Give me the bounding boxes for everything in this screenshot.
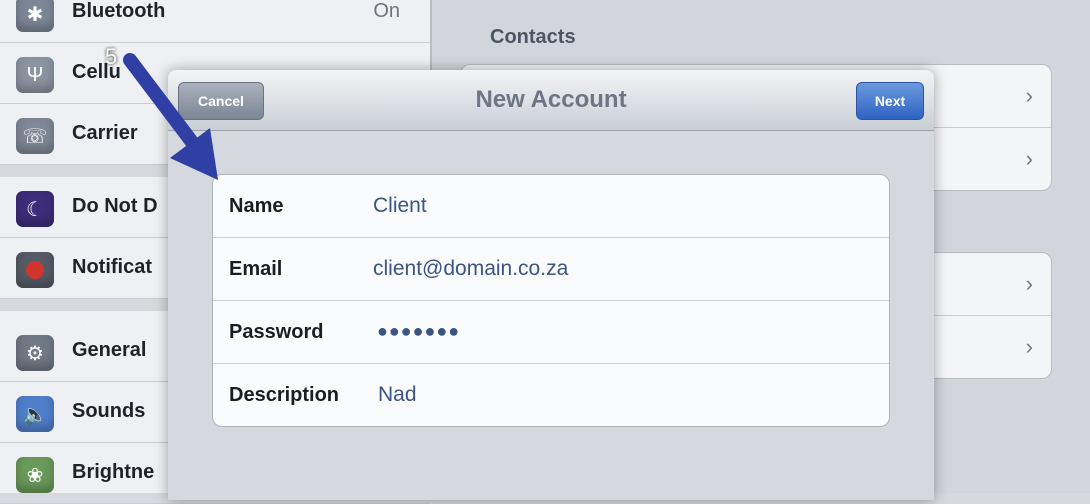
step-number: 5 [105,44,118,69]
contacts-heading: Contacts [490,26,576,48]
chevron-right-icon: › [1025,334,1033,359]
cellular-icon: Ψ [16,57,54,93]
sounds-speaker-icon: 🔈 [16,396,54,432]
chevron-right-icon: › [1025,146,1033,171]
modal-navbar: Cancel New Account Next [168,70,934,131]
email-field[interactable]: client@domain.co.za [373,257,568,281]
email-label: Email [229,258,283,280]
notifications-icon [16,252,54,288]
chevron-right-icon: › [1025,271,1033,296]
password-label: Password [229,321,324,343]
chevron-right-icon: › [1025,83,1033,108]
sidebar-item-bluetooth[interactable]: ✱ Bluetooth On [0,0,430,43]
password-field[interactable]: ●●●●●●● [377,321,460,342]
bluetooth-icon: ✱ [16,0,54,32]
carrier-phone-icon: ☏ [16,118,54,154]
brightness-flower-icon: ❀ [16,457,54,493]
description-field[interactable]: Nad [378,383,417,407]
password-row[interactable]: Password ●●●●●●● [213,301,889,364]
name-row[interactable]: Name Client [213,175,889,238]
general-gear-icon: ⚙ [16,335,54,371]
name-label: Name [229,195,284,217]
modal-title: New Account [475,86,627,113]
do-not-disturb-moon-icon: ☾ [16,191,54,227]
email-row[interactable]: Email client@domain.co.za [213,238,889,301]
next-button[interactable]: Next [856,82,924,120]
description-label: Description [229,384,340,406]
account-form: Name Client Email client@domain.co.za Pa… [212,174,890,427]
description-row[interactable]: Description Nad [213,364,889,426]
name-field[interactable]: Client [373,194,427,218]
annotation-arrow [123,53,218,180]
new-account-modal: Cancel New Account Next Name Client Emai… [168,70,934,500]
